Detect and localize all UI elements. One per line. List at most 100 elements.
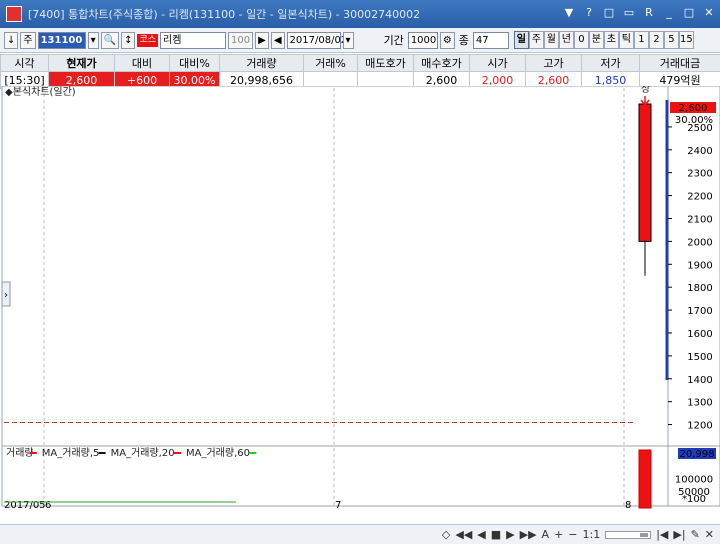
price-tick-label: 1500 bbox=[687, 352, 712, 363]
price-tick-label: 1600 bbox=[687, 329, 712, 340]
period-button[interactable]: 2 bbox=[648, 31, 664, 49]
x-axis-label: 8 bbox=[625, 500, 631, 510]
period-button[interactable]: 일 bbox=[513, 31, 529, 49]
volume-bars bbox=[638, 449, 652, 509]
col-volume-pct: 거래% bbox=[303, 54, 358, 72]
candle-body bbox=[638, 103, 652, 242]
period-button[interactable]: 주 bbox=[528, 31, 544, 49]
chevron-right-icon[interactable]: › bbox=[4, 290, 8, 301]
go-end-icon[interactable]: ▶| bbox=[673, 528, 685, 541]
edit-icon[interactable]: ✎ bbox=[691, 528, 700, 541]
col-volume: 거래량 bbox=[219, 54, 304, 72]
zoom-reset-button[interactable]: 1:1 bbox=[583, 528, 601, 541]
chart-scrollbar[interactable] bbox=[605, 530, 652, 539]
quote-header-row: 시각 현재가 대비 대비% 거래량 거래% 매도호가 매수호가 시가 고가 저가… bbox=[0, 54, 720, 72]
arrow-down-icon[interactable]: ↓ bbox=[4, 31, 19, 49]
col-open: 시가 bbox=[469, 54, 526, 72]
volume-unit: *100 bbox=[682, 494, 706, 505]
price-tick-label: 2200 bbox=[687, 192, 712, 203]
period-button[interactable]: 5 bbox=[663, 31, 679, 49]
col-current: 현재가 bbox=[48, 54, 115, 72]
zoom-in-icon[interactable]: + bbox=[554, 528, 563, 541]
price-panel-frame bbox=[1, 86, 669, 447]
volume-bar bbox=[638, 449, 652, 509]
market-prefix[interactable]: 주 bbox=[20, 31, 36, 49]
chart-canvas[interactable]: ◆본식차트(일간) 거래량 MA_거래량,5 MA_거래량,20 MA_거래량,60 … bbox=[0, 86, 720, 510]
search-icon[interactable]: 🔍 bbox=[100, 31, 120, 49]
volume-legend-item: MA_거래량,20 bbox=[111, 447, 175, 459]
window-controls: ▼ ? □ ▭ R _ □ ✕ bbox=[562, 6, 716, 20]
play-icon[interactable]: ▶ bbox=[255, 31, 269, 49]
window-title: [7400] 통합차트(주식종합) - 리켐(131100 - 일간 - 일본식… bbox=[28, 8, 421, 21]
period-buttons: 일 주 월 년 0 분 초 틱 1 2 5 15 bbox=[513, 31, 694, 49]
period-button[interactable]: 1 bbox=[633, 31, 649, 49]
col-amount: 거래대금 bbox=[639, 54, 720, 72]
price-tick-label: 2000 bbox=[687, 237, 712, 248]
r-icon[interactable]: R bbox=[642, 6, 656, 20]
count-label: 종 bbox=[458, 34, 469, 47]
period-button[interactable]: 0 bbox=[573, 31, 589, 49]
price-tag-text: 2,600 bbox=[679, 103, 708, 114]
volume-tag-text: 20,998 bbox=[680, 449, 715, 460]
col-ask: 매도호가 bbox=[357, 54, 414, 72]
price-tick-label: 1200 bbox=[687, 421, 712, 432]
period-label: 기간 bbox=[383, 34, 404, 47]
period-button[interactable]: 틱 bbox=[618, 31, 634, 49]
col-bid: 매수호가 bbox=[413, 54, 470, 72]
date-dropdown-icon[interactable]: ▾ bbox=[342, 31, 354, 49]
dropdown-icon[interactable]: ▼ bbox=[562, 6, 576, 20]
period-button[interactable]: 분 bbox=[588, 31, 604, 49]
volume-panel-frame bbox=[1, 445, 669, 507]
text-tool-icon[interactable]: A bbox=[542, 528, 550, 541]
quote-table: 시각 현재가 대비 대비% 거래량 거래% 매도호가 매수호가 시가 고가 저가… bbox=[0, 54, 720, 89]
date-input[interactable]: 2017/08/02 bbox=[286, 31, 347, 49]
volume-tick-label: 100000 bbox=[675, 474, 713, 485]
period-button[interactable]: 월 bbox=[543, 31, 559, 49]
price-tick-label: 2100 bbox=[687, 214, 712, 225]
close-icon[interactable]: ✕ bbox=[705, 528, 714, 541]
close-icon[interactable]: ✕ bbox=[702, 6, 716, 20]
stop-icon[interactable]: ■ bbox=[491, 528, 501, 541]
x-axis-label: 7 bbox=[335, 500, 341, 510]
period-button[interactable]: 15 bbox=[678, 31, 694, 49]
quote-panel: 시각 현재가 대비 대비% 거래량 거래% 매도호가 매수호가 시가 고가 저가… bbox=[0, 54, 720, 89]
price-tick-label: 2400 bbox=[687, 146, 712, 157]
restore-icon[interactable]: ▭ bbox=[622, 6, 636, 20]
ratio-box[interactable]: 100 bbox=[228, 31, 254, 49]
minimize-icon[interactable]: _ bbox=[662, 6, 676, 20]
fast-back-icon[interactable]: ◀◀ bbox=[455, 528, 472, 541]
maximize-icon[interactable]: □ bbox=[682, 6, 696, 20]
settings-icon[interactable]: ⚙ bbox=[439, 31, 455, 49]
chart-area[interactable]: ◆본식차트(일간) 거래량 MA_거래량,5 MA_거래량,20 MA_거래량,60 … bbox=[0, 86, 720, 510]
fast-forward-icon[interactable]: ▶▶ bbox=[520, 528, 537, 541]
price-tick-label: 1300 bbox=[687, 398, 712, 409]
col-low: 저가 bbox=[581, 54, 640, 72]
period-input[interactable]: 1000 bbox=[407, 31, 438, 49]
go-start-icon[interactable]: |◀ bbox=[656, 528, 668, 541]
stock-code-input[interactable]: 131100 bbox=[37, 31, 86, 49]
market-badge: 코스 bbox=[137, 33, 159, 47]
pct-tag-text: 30.00% bbox=[675, 115, 713, 126]
prev-icon[interactable]: ◀ bbox=[270, 31, 285, 49]
col-time: 시각 bbox=[0, 54, 49, 72]
col-high: 고가 bbox=[525, 54, 582, 72]
period-button[interactable]: 초 bbox=[603, 31, 619, 49]
period-button[interactable]: 년 bbox=[558, 31, 574, 49]
chart-toolbar: ↓ 주 131100 ▾ 🔍 ↕ 코스 리켐 100 ▶ ◀ 2017/08/0… bbox=[0, 28, 720, 53]
settings-icon[interactable]: ◇ bbox=[442, 528, 450, 541]
price-tick-label: 1800 bbox=[687, 283, 712, 294]
price-tick-label: 1700 bbox=[687, 306, 712, 317]
zoom-out-icon[interactable]: − bbox=[568, 528, 577, 541]
sort-icon[interactable]: ↕ bbox=[121, 31, 136, 49]
window-icon[interactable]: □ bbox=[602, 6, 616, 20]
back-icon[interactable]: ◀ bbox=[477, 528, 485, 541]
volume-legend: 거래량 MA_거래량,5 MA_거래량,20 MA_거래량,60 bbox=[6, 447, 257, 459]
count-input[interactable]: 47 bbox=[472, 31, 509, 49]
forward-icon[interactable]: ▶ bbox=[506, 528, 514, 541]
title-bar: [7400] 통합차트(주식종합) - 리켐(131100 - 일간 - 일본식… bbox=[0, 0, 720, 28]
col-change-pct: 대비% bbox=[169, 54, 220, 72]
stock-name-field[interactable]: 리켐 bbox=[160, 31, 227, 49]
volume-legend-item: MA_거래량,5 bbox=[42, 447, 100, 459]
help-icon[interactable]: ? bbox=[582, 6, 596, 20]
code-dropdown-icon[interactable]: ▾ bbox=[87, 31, 99, 49]
